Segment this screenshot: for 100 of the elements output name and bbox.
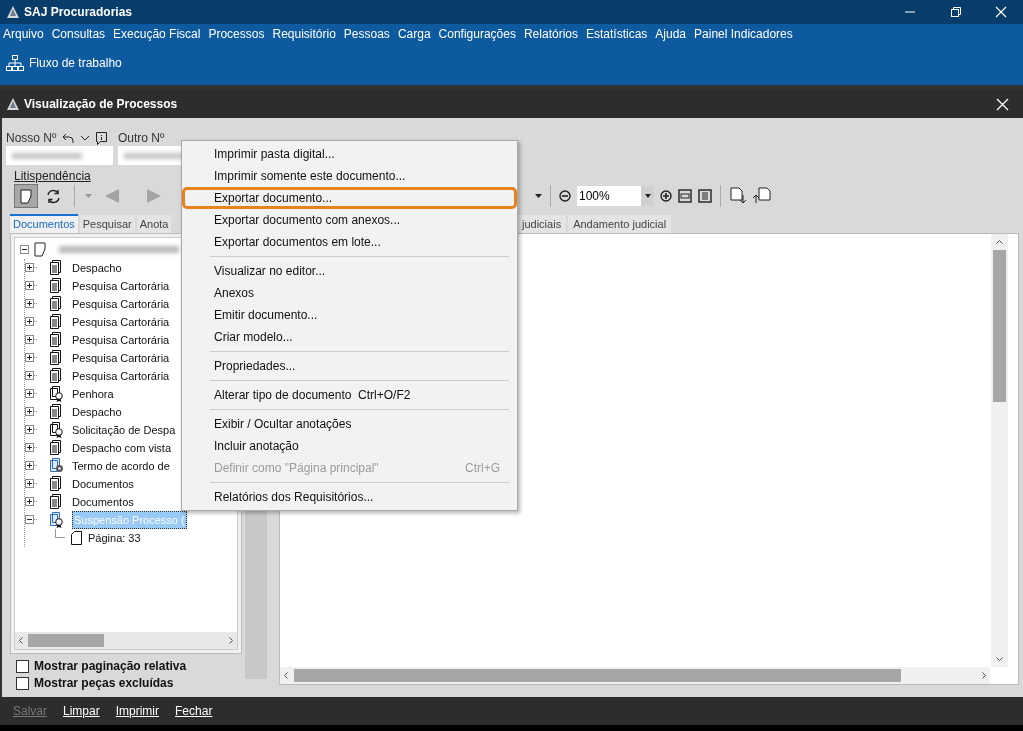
chevron-down-icon[interactable] — [80, 135, 91, 141]
menu-item[interactable]: Execução Fiscal — [113, 25, 201, 43]
document-icon — [34, 242, 46, 258]
horizontal-scrollbar[interactable] — [280, 667, 990, 684]
expand-icon[interactable] — [25, 425, 34, 435]
menu-item[interactable]: Processos — [208, 25, 265, 43]
expand-icon[interactable] — [25, 299, 34, 309]
import-page-icon[interactable] — [753, 187, 771, 205]
menu-item[interactable]: Exportar documento... — [182, 187, 517, 209]
document-icon — [20, 188, 32, 204]
menu-item[interactable]: Imprimir pasta digital... — [182, 143, 517, 165]
menu-item[interactable]: Exportar documentos em lote... — [182, 231, 517, 253]
close-icon[interactable] — [996, 97, 1009, 111]
menu-item[interactable]: Exibir / Ocultar anotações — [182, 413, 517, 435]
zoom-in-icon[interactable] — [660, 190, 672, 202]
menu-item[interactable]: Alterar tipo de documento Ctrl+O/F2 — [182, 384, 517, 406]
checkbox[interactable] — [16, 676, 29, 690]
menu-item[interactable]: Arquivo — [3, 25, 44, 43]
tree-item[interactable]: Penhora — [72, 385, 114, 403]
menu-item[interactable]: Requisitório — [272, 25, 336, 43]
scroll-right-icon[interactable] — [229, 637, 233, 644]
checkbox-label: Mostrar peças excluídas — [34, 675, 174, 692]
scroll-right-icon[interactable] — [982, 672, 986, 679]
tree-item[interactable]: Pesquisa Cartorária — [72, 313, 170, 331]
menu-item[interactable]: Anexos — [182, 282, 517, 304]
restore-icon[interactable] — [950, 6, 962, 18]
zoom-out-icon[interactable] — [559, 190, 571, 202]
expand-icon[interactable] — [25, 389, 34, 399]
tab[interactable]: judiciais — [517, 215, 567, 233]
menu-item[interactable]: Ajuda — [655, 25, 687, 43]
expand-icon[interactable] — [25, 461, 34, 471]
menu-item[interactable]: Emitir documento... — [182, 304, 517, 326]
workflow-button[interactable]: Fluxo de trabalho — [5, 53, 122, 72]
tree-item[interactable]: Pesquisa Cartorária — [72, 295, 170, 313]
expand-icon[interactable] — [25, 407, 34, 417]
undo-icon[interactable] — [62, 133, 75, 143]
menu-item[interactable]: Estatísticas — [586, 25, 648, 43]
info-icon[interactable] — [96, 131, 108, 145]
expand-icon[interactable] — [25, 281, 34, 291]
menu-item[interactable]: Visualizar no editor... — [182, 260, 517, 282]
scroll-up-icon[interactable] — [996, 240, 1003, 244]
tab[interactable]: Pesquisar — [79, 214, 135, 233]
menu-item[interactable]: Carga — [397, 25, 431, 43]
menu-item[interactable]: Consultas — [51, 25, 106, 43]
horizontal-scrollbar[interactable] — [15, 632, 237, 649]
tree-item[interactable]: Pesquisa Cartorária — [72, 349, 170, 367]
footer-button[interactable]: Imprimir — [115, 702, 160, 720]
vertical-scrollbar[interactable] — [991, 234, 1008, 667]
expand-icon[interactable] — [25, 443, 34, 453]
expand-icon[interactable] — [25, 317, 34, 327]
scroll-left-icon[interactable] — [19, 637, 23, 644]
tree-item[interactable]: Solicitação de Despa — [72, 421, 176, 439]
tree-item[interactable]: Termo de acordo de — [72, 457, 170, 475]
tree-item[interactable]: Despacho — [72, 259, 122, 277]
expand-icon[interactable] — [25, 335, 34, 345]
menu-item[interactable]: Painel Indicadores — [694, 25, 793, 43]
document-toggle-button[interactable] — [14, 184, 38, 208]
footer-button[interactable]: Limpar — [63, 702, 100, 720]
certified-document-icon — [49, 385, 64, 402]
scroll-left-icon[interactable] — [284, 672, 288, 679]
tab[interactable]: Documentos — [10, 213, 78, 233]
fit-page-icon[interactable] — [698, 189, 712, 203]
zoom-combo[interactable]: 100% — [577, 186, 654, 206]
collapse-icon[interactable] — [25, 515, 34, 525]
expand-icon[interactable] — [25, 497, 34, 507]
litispendencia-link[interactable]: Litispendência — [14, 169, 91, 183]
menu-item[interactable]: Criar modelo... — [182, 326, 517, 348]
close-icon[interactable] — [995, 6, 1007, 18]
tree-item[interactable]: Despacho com vista — [72, 439, 172, 457]
fit-width-icon[interactable] — [678, 189, 692, 203]
menu-item[interactable]: Incluir anotação — [182, 435, 517, 457]
expand-icon[interactable] — [25, 263, 34, 273]
menu-item[interactable]: Propriedades... — [182, 355, 517, 377]
footer-button[interactable]: Fechar — [175, 702, 213, 720]
menu-item[interactable]: Imprimir somente este documento... — [182, 165, 517, 187]
tab[interactable]: Andamento judicial — [568, 215, 672, 233]
collapse-icon[interactable] — [20, 245, 29, 255]
scroll-down-icon[interactable] — [996, 657, 1003, 661]
tree-item[interactable]: Documentos — [72, 493, 134, 511]
checkbox[interactable] — [16, 659, 29, 673]
tree-item[interactable]: Despacho — [72, 403, 122, 421]
checkbox-label: Mostrar paginação relativa — [34, 658, 187, 675]
tree-item[interactable]: Página: 33 — [88, 529, 141, 547]
menu-item[interactable]: Configurações — [438, 25, 516, 43]
input-field[interactable] — [6, 146, 113, 165]
menu-item[interactable]: Relatórios dos Requisitórios... — [182, 486, 517, 508]
expand-icon[interactable] — [25, 371, 34, 381]
tab[interactable]: Anota — [136, 214, 172, 233]
tree-item[interactable]: Documentos — [72, 475, 134, 493]
export-page-icon[interactable] — [729, 187, 747, 205]
menu-item[interactable]: Pessoas — [343, 25, 390, 43]
tree-item[interactable]: Pesquisa Cartorária — [72, 331, 170, 349]
tree-item[interactable]: Pesquisa Cartorária — [72, 367, 170, 385]
expand-icon[interactable] — [25, 479, 34, 489]
menu-item[interactable]: Exportar documento com anexos... — [182, 209, 517, 231]
dropdown-caret-icon[interactable] — [535, 194, 542, 198]
expand-icon[interactable] — [25, 353, 34, 363]
tree-item[interactable]: Pesquisa Cartorária — [72, 277, 170, 295]
menu-item[interactable]: Relatórios — [523, 25, 578, 43]
document-stack-icon — [49, 296, 62, 312]
